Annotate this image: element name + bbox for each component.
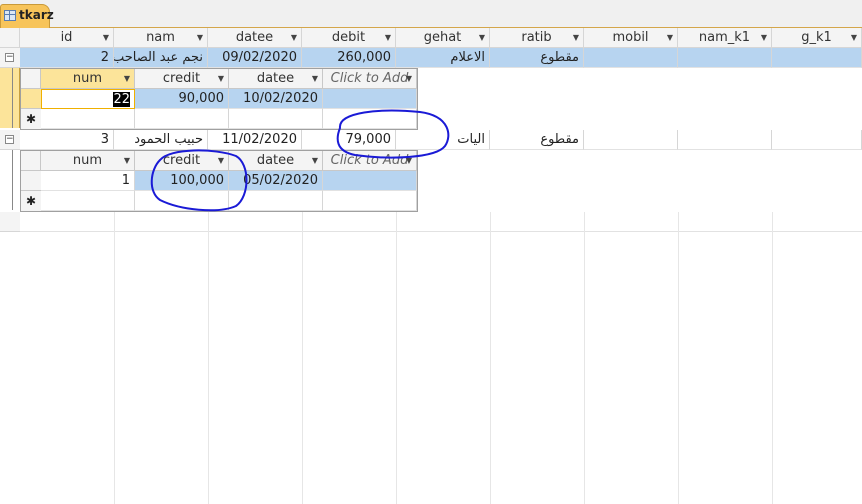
annotation-overlay [150,109,450,212]
annotation-circle-debit [336,109,450,159]
annotation-circle-credit [150,149,248,212]
